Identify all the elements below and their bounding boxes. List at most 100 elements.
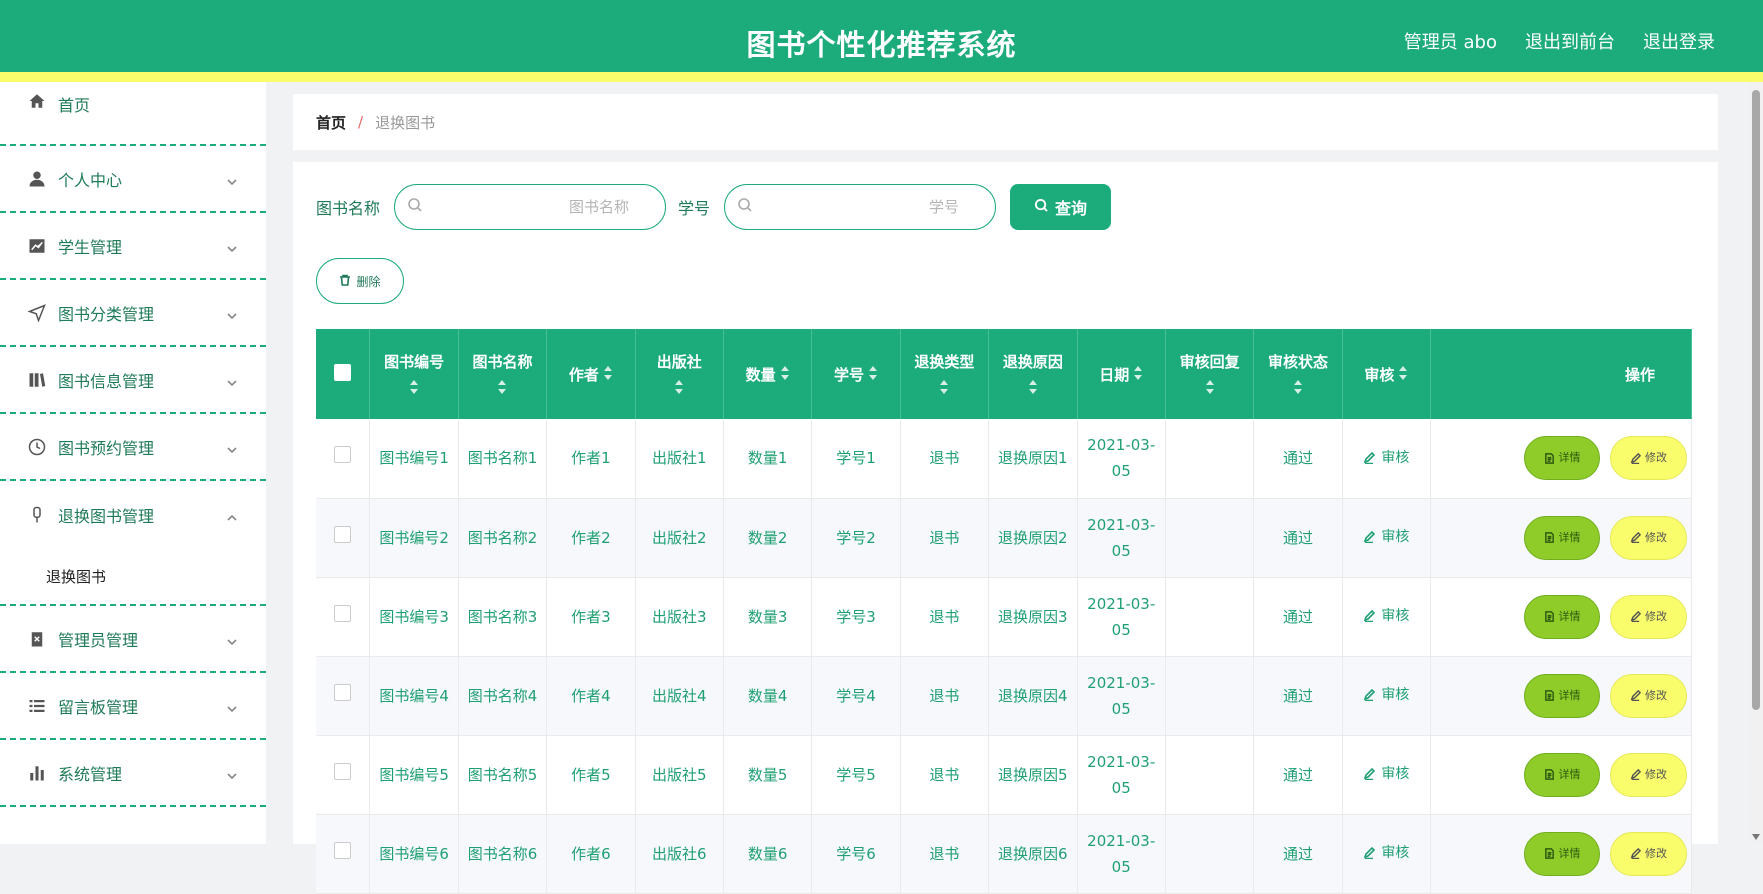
audit-link[interactable]: 审核 xyxy=(1363,524,1409,550)
select-all-header[interactable] xyxy=(316,329,371,419)
edit-button[interactable]: 修改 xyxy=(1610,515,1687,560)
sort-icon[interactable] xyxy=(1398,366,1408,384)
sidebar-subitem-return-book[interactable]: 退换图书 xyxy=(0,548,266,606)
breadcrumb-home[interactable]: 首页 xyxy=(316,112,346,133)
sidebar-item-system-management[interactable]: 系统管理 xyxy=(0,740,266,807)
vertical-scrollbar[interactable] xyxy=(1749,82,1763,844)
row-select-cell[interactable] xyxy=(316,814,371,894)
sidebar-item-book-info-management[interactable]: 图书信息管理 xyxy=(0,347,266,414)
edit-button-label: 修改 xyxy=(1645,530,1667,544)
audit-link[interactable]: 审核 xyxy=(1363,445,1409,471)
audit-link[interactable]: 审核 xyxy=(1363,682,1409,708)
cell-status: 通过 xyxy=(1253,498,1343,578)
sort-icon[interactable] xyxy=(1258,379,1337,398)
logout-link[interactable]: 退出登录 xyxy=(1643,28,1715,54)
sort-icon[interactable] xyxy=(1170,379,1249,398)
cell-type: 退书 xyxy=(900,735,990,815)
sidebar-item-home[interactable]: 首页 xyxy=(0,82,266,146)
edit-button[interactable]: 修改 xyxy=(1610,436,1687,481)
chart-icon xyxy=(28,237,46,255)
sort-icon[interactable] xyxy=(993,379,1072,398)
sort-icon[interactable] xyxy=(780,366,790,384)
audit-cell: 审核 xyxy=(1342,814,1432,894)
header-book-name[interactable]: 图书名称 xyxy=(458,329,548,419)
student-no-input[interactable] xyxy=(753,197,962,217)
sidebar-item-book-reservation-management[interactable]: 图书预约管理 xyxy=(0,414,266,481)
delete-button[interactable]: 删除 xyxy=(316,258,404,304)
row-select-cell[interactable] xyxy=(316,577,371,657)
detail-button[interactable]: 详情 xyxy=(1524,594,1600,639)
row-checkbox[interactable] xyxy=(334,683,352,701)
header-audit-status[interactable]: 审核状态 xyxy=(1253,329,1343,419)
edit-button[interactable]: 修改 xyxy=(1610,752,1687,797)
cell-qty: 数量4 xyxy=(723,656,813,736)
sort-icon[interactable] xyxy=(868,366,878,384)
row-select-cell[interactable] xyxy=(316,656,371,736)
sidebar-item-admin-management[interactable]: 管理员管理 xyxy=(0,606,266,673)
pencil-icon xyxy=(1364,610,1376,622)
header-publisher[interactable]: 出版社 xyxy=(635,329,724,419)
edit-button[interactable]: 修改 xyxy=(1610,673,1687,718)
book-name-search-box[interactable] xyxy=(394,184,667,230)
sort-icon[interactable] xyxy=(603,366,613,384)
books-icon xyxy=(28,371,46,389)
exit-to-front-link[interactable]: 退出到前台 xyxy=(1525,28,1615,54)
row-checkbox[interactable] xyxy=(334,525,352,543)
detail-button[interactable]: 详情 xyxy=(1524,515,1600,560)
row-checkbox[interactable] xyxy=(334,604,352,622)
cell-book-name: 图书名称1 xyxy=(458,419,548,499)
detail-button[interactable]: 详情 xyxy=(1524,831,1600,876)
header-audit[interactable]: 审核 xyxy=(1342,329,1432,419)
header-audit-reply[interactable]: 审核回复 xyxy=(1165,329,1255,419)
edit-button[interactable]: 修改 xyxy=(1610,831,1687,876)
sidebar-item-personal-center[interactable]: 个人中心 xyxy=(0,146,266,213)
sidebar-item-message-board-management[interactable]: 留言板管理 xyxy=(0,673,266,740)
cell-book-name: 图书名称5 xyxy=(458,735,548,815)
student-no-search-box[interactable] xyxy=(724,184,997,230)
sidebar-item-book-category-management[interactable]: 图书分类管理 xyxy=(0,280,266,347)
pencil-icon xyxy=(1364,531,1376,543)
query-button[interactable]: 查询 xyxy=(1010,184,1112,230)
row-actions: 详情 修改 xyxy=(1435,752,1687,797)
pencil-icon xyxy=(1630,848,1641,859)
pencil-icon xyxy=(1364,689,1376,701)
row-select-cell[interactable] xyxy=(316,498,371,578)
home-icon xyxy=(28,92,46,110)
row-checkbox[interactable] xyxy=(334,762,352,780)
header-author[interactable]: 作者 xyxy=(546,329,636,419)
scrollbar-thumb[interactable] xyxy=(1752,90,1760,710)
sort-icon[interactable] xyxy=(1133,366,1143,384)
row-select-cell[interactable] xyxy=(316,419,371,499)
sort-icon[interactable] xyxy=(905,379,984,398)
chevron-down-icon xyxy=(226,633,238,645)
row-checkbox[interactable] xyxy=(334,446,352,464)
scroll-down-arrow-icon[interactable] xyxy=(1752,834,1760,840)
detail-button[interactable]: 详情 xyxy=(1524,752,1600,797)
row-checkbox[interactable] xyxy=(334,841,352,859)
sidebar-item-return-book-management[interactable]: 退换图书管理 xyxy=(0,481,266,548)
cell-student-no: 学号2 xyxy=(811,498,901,578)
row-select-cell[interactable] xyxy=(316,735,371,815)
detail-button[interactable]: 详情 xyxy=(1524,673,1600,718)
header-quantity[interactable]: 数量 xyxy=(723,329,813,419)
edit-button-label: 修改 xyxy=(1645,609,1667,623)
book-name-input[interactable] xyxy=(423,197,632,217)
edit-button[interactable]: 修改 xyxy=(1610,594,1687,639)
select-all-checkbox[interactable] xyxy=(334,363,352,381)
header-return-type[interactable]: 退换类型 xyxy=(900,329,990,419)
header-date[interactable]: 日期 xyxy=(1077,329,1166,419)
cell-reply xyxy=(1165,498,1255,578)
audit-link-label: 审核 xyxy=(1381,529,1410,545)
header-student-no[interactable]: 学号 xyxy=(811,329,901,419)
edit-button-label: 修改 xyxy=(1645,846,1667,860)
sort-icon[interactable] xyxy=(463,379,542,398)
detail-button[interactable]: 详情 xyxy=(1524,436,1600,481)
sort-icon[interactable] xyxy=(640,379,719,398)
audit-link[interactable]: 审核 xyxy=(1363,761,1409,787)
header-return-reason[interactable]: 退换原因 xyxy=(988,329,1078,419)
sidebar-item-student-management[interactable]: 学生管理 xyxy=(0,213,266,280)
audit-link[interactable]: 审核 xyxy=(1363,603,1409,629)
sort-icon[interactable] xyxy=(374,379,453,398)
header-book-no[interactable]: 图书编号 xyxy=(369,329,459,419)
sidebar-item-label: 留言板管理 xyxy=(58,697,139,717)
